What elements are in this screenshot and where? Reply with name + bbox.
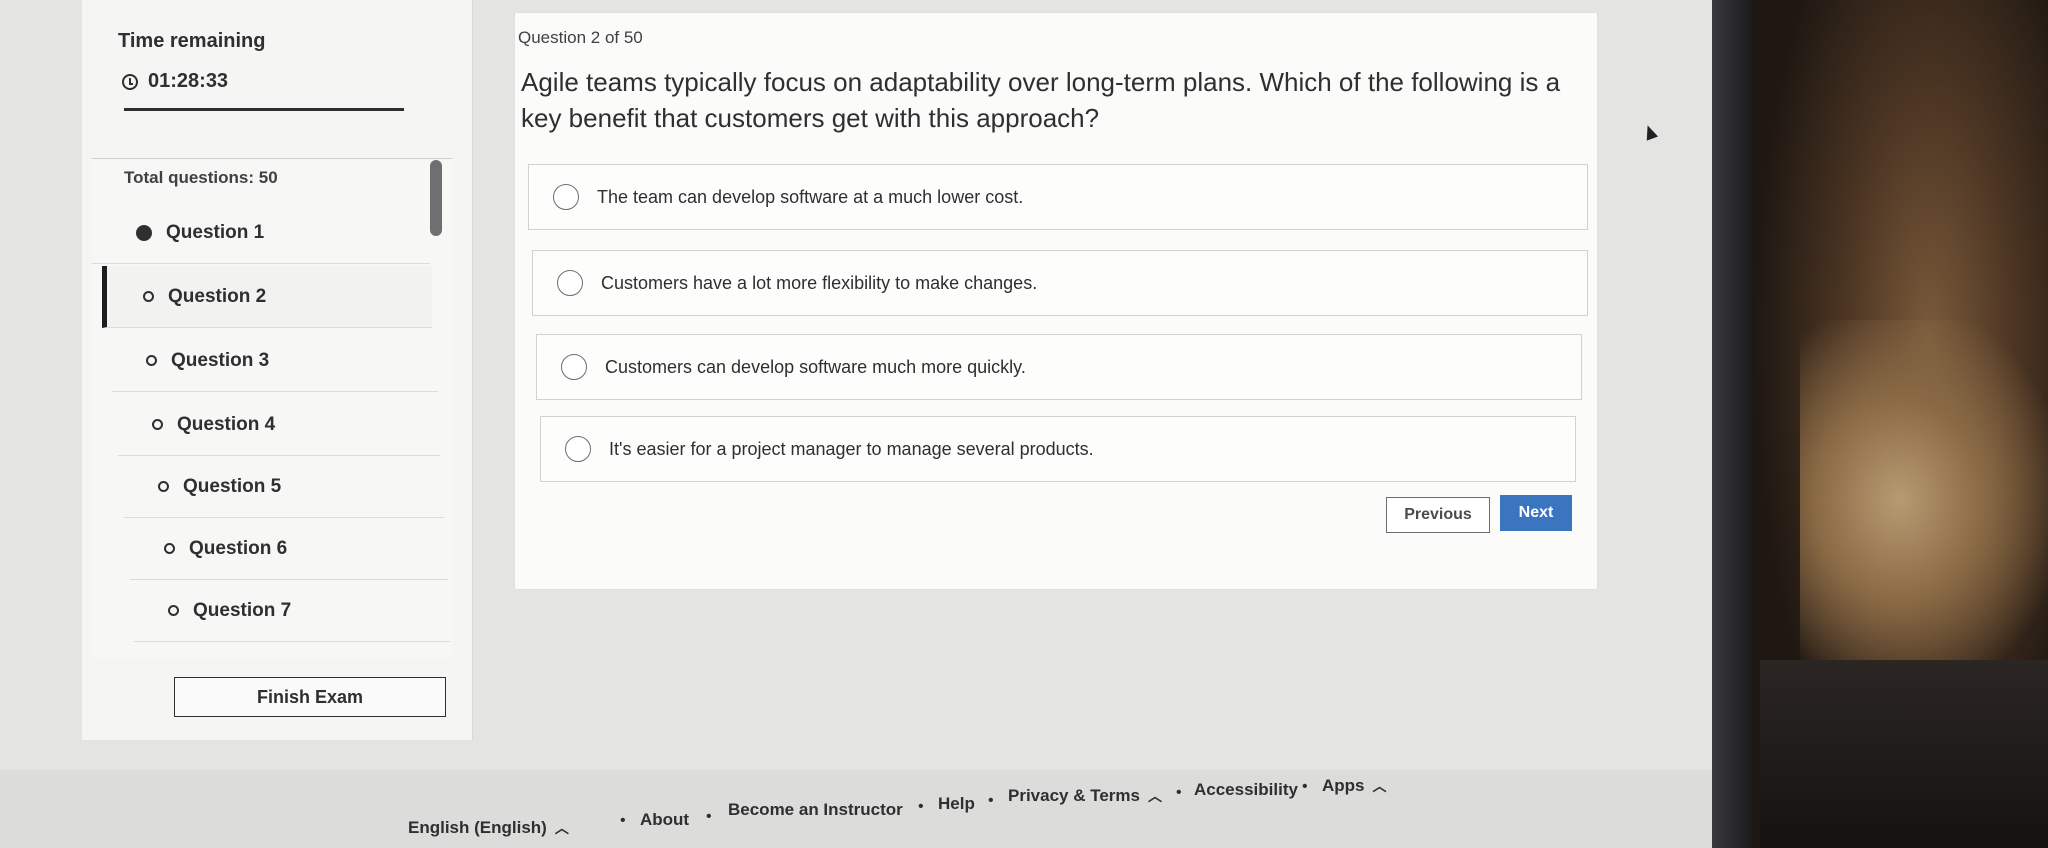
question-item-4[interactable]: Question 4: [118, 394, 440, 456]
answer-option-label: The team can develop software at a much …: [597, 186, 1024, 207]
footer-separator: •: [1176, 784, 1182, 801]
chevron-up-icon: ︿: [1147, 788, 1162, 804]
footer-link-help[interactable]: Help: [938, 794, 975, 814]
unanswered-circle-icon: [146, 355, 157, 366]
unanswered-circle-icon: [143, 291, 154, 302]
unanswered-circle-icon: [158, 481, 169, 492]
desk-light-area: [1800, 320, 2048, 680]
answer-option-label: It's easier for a project manager to man…: [609, 438, 1094, 459]
question-list-scrollbar[interactable]: [430, 160, 442, 236]
footer-link-apps[interactable]: Apps ︿: [1322, 776, 1387, 796]
footer-separator: •: [620, 812, 626, 829]
chevron-up-icon: ︿: [1372, 778, 1387, 794]
question-item-6[interactable]: Question 6: [130, 518, 448, 580]
question-item-label: Question 5: [183, 475, 282, 497]
question-number: Question 2 of 50: [518, 28, 643, 47]
answer-option-label: Customers can develop software much more…: [605, 356, 1026, 377]
question-item-label: Question 7: [193, 599, 292, 621]
question-item-label: Question 2: [168, 285, 267, 307]
question-item-2[interactable]: Question 2: [102, 266, 432, 328]
next-button[interactable]: Next: [1500, 495, 1572, 531]
unanswered-circle-icon: [168, 605, 179, 616]
radio-icon[interactable]: [561, 354, 587, 380]
footer-separator: •: [918, 798, 924, 815]
desk-shadow-area: [1760, 660, 2048, 848]
radio-icon[interactable]: [553, 184, 579, 210]
monitor-bezel: [1712, 0, 1752, 848]
footer-separator: •: [706, 808, 712, 825]
question-item-5[interactable]: Question 5: [124, 456, 444, 518]
footer-separator: •: [1302, 778, 1308, 795]
privacy-terms-label: Privacy & Terms: [1008, 786, 1140, 805]
finish-exam-button[interactable]: Finish Exam: [174, 677, 446, 717]
total-questions: Total questions: 50: [124, 168, 278, 187]
question-item-label: Question 1: [166, 221, 265, 243]
question-item-3[interactable]: Question 3: [112, 330, 438, 392]
question-item-label: Question 4: [177, 413, 276, 435]
timer-value: 01:28:33: [148, 70, 229, 92]
timer: 01:28:33: [122, 70, 228, 93]
answer-option-3[interactable]: Customers can develop software much more…: [536, 334, 1582, 400]
language-selector[interactable]: English (English) ︿: [408, 818, 569, 838]
answer-option-label: Customers have a lot more flexibility to…: [601, 272, 1038, 293]
question-item-label: Question 3: [171, 349, 270, 371]
radio-icon[interactable]: [557, 270, 583, 296]
answer-option-1[interactable]: The team can develop software at a much …: [528, 164, 1588, 230]
question-item-7[interactable]: Question 7: [134, 580, 450, 642]
answer-option-4[interactable]: It's easier for a project manager to man…: [540, 416, 1576, 482]
answer-option-2[interactable]: Customers have a lot more flexibility to…: [532, 250, 1588, 316]
question-item-1[interactable]: Question 1: [92, 202, 430, 264]
mouse-cursor-icon: [1641, 123, 1659, 141]
unanswered-circle-icon: [164, 543, 175, 554]
previous-button[interactable]: Previous: [1386, 497, 1490, 533]
timer-progress-bar: [124, 108, 404, 111]
apps-label: Apps: [1322, 776, 1365, 795]
unanswered-circle-icon: [152, 419, 163, 430]
footer-link-accessibility[interactable]: Accessibility: [1194, 780, 1298, 800]
answered-dot-icon: [136, 224, 152, 241]
timer-label: Time remaining: [118, 30, 266, 52]
question-text: Agile teams typically focus on adaptabil…: [521, 67, 1561, 133]
radio-icon[interactable]: [565, 436, 591, 462]
language-label: English (English): [408, 818, 547, 837]
footer-separator: •: [988, 792, 994, 809]
footer-link-become-instructor[interactable]: Become an Instructor: [728, 800, 903, 820]
question-item-label: Question 6: [189, 537, 288, 559]
chevron-up-icon: ︿: [554, 820, 569, 836]
clock-icon: [122, 73, 138, 90]
footer-link-privacy-terms[interactable]: Privacy & Terms ︿: [1008, 786, 1162, 806]
footer-link-about[interactable]: About: [640, 810, 689, 830]
